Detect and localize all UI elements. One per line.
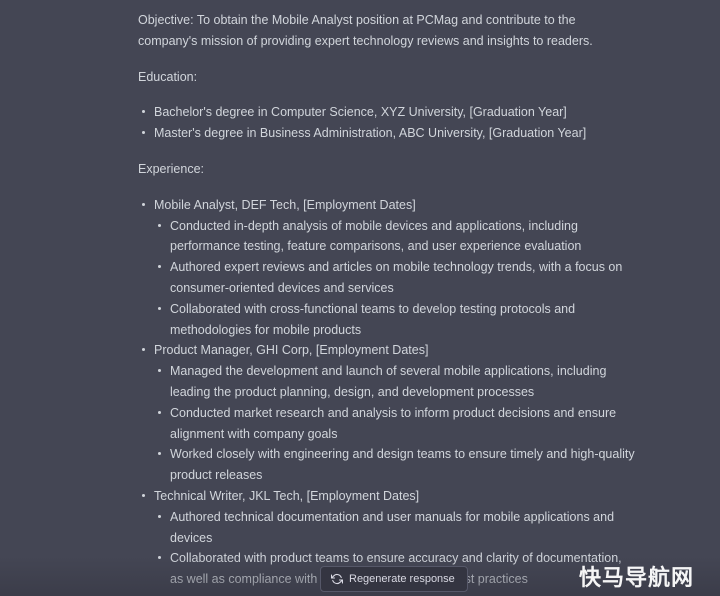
job-bullets: Managed the development and launch of se… <box>154 361 638 486</box>
regenerate-button-label: Regenerate response <box>349 573 455 585</box>
education-list: Bachelor's degree in Computer Science, X… <box>138 102 638 144</box>
objective-text: Objective: To obtain the Mobile Analyst … <box>138 13 593 48</box>
refresh-icon <box>331 573 343 585</box>
job-title: Product Manager, GHI Corp, [Employment D… <box>154 343 429 358</box>
list-item: Authored expert reviews and articles on … <box>154 257 638 299</box>
list-item: Worked closely with engineering and desi… <box>154 444 638 486</box>
job-item: Mobile Analyst, DEF Tech, [Employment Da… <box>138 195 638 341</box>
experience-heading: Experience: <box>138 161 205 176</box>
regenerate-response-button[interactable]: Regenerate response <box>320 566 468 592</box>
job-title: Technical Writer, JKL Tech, [Employment … <box>154 488 420 503</box>
list-item: Managed the development and launch of se… <box>154 361 638 403</box>
education-heading: Education: <box>138 69 198 84</box>
list-item: Bachelor's degree in Computer Science, X… <box>138 102 638 123</box>
assistant-message: Objective: To obtain the Mobile Analyst … <box>138 10 638 596</box>
experience-list: Mobile Analyst, DEF Tech, [Employment Da… <box>138 195 638 590</box>
job-title: Mobile Analyst, DEF Tech, [Employment Da… <box>154 197 416 212</box>
list-item: Conducted in-depth analysis of mobile de… <box>154 216 638 258</box>
list-item: Master's degree in Business Administrati… <box>138 123 638 144</box>
job-item: Product Manager, GHI Corp, [Employment D… <box>138 340 638 486</box>
watermark-logo: 快马导航网 <box>578 566 694 591</box>
list-item: Collaborated with cross-functional teams… <box>154 299 638 341</box>
list-item: Conducted market research and analysis t… <box>154 403 638 445</box>
list-item: Authored technical documentation and use… <box>154 507 638 549</box>
job-bullets: Conducted in-depth analysis of mobile de… <box>154 216 638 341</box>
